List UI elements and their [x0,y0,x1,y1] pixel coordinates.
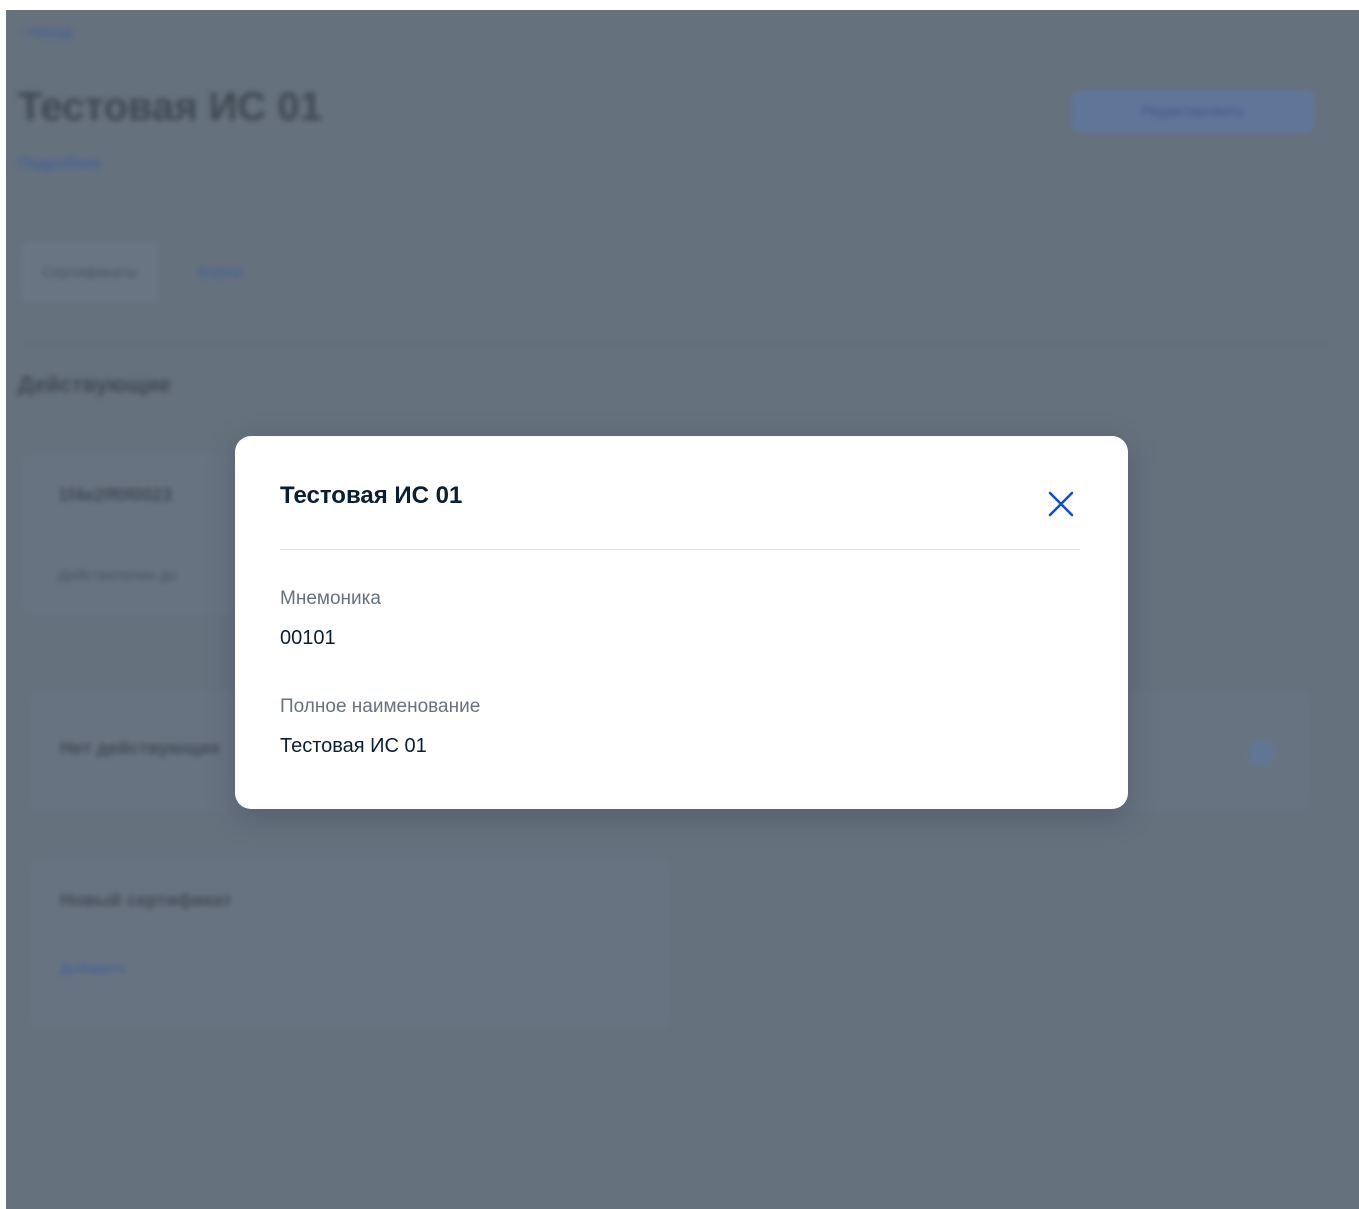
tab-keys[interactable]: Ключи [178,242,263,302]
mnemonic-value: 00101 [280,627,336,649]
new-certificate-title: Новый сертификат [60,890,232,910]
modal-title: Тестовая ИС 01 [280,482,463,509]
info-icon[interactable] [1248,740,1274,766]
section-title-active: Действующие [18,372,172,397]
back-link[interactable]: ‹ Назад [20,24,72,41]
full-name-label: Полное наименование [280,696,481,717]
certificate-id: 1f4e2ff0f0023 [58,485,173,505]
mnemonic-label: Мнемоника [280,588,381,609]
new-certificate-card[interactable]: Новый сертификат Добавить [30,860,670,1030]
tab-bar: Сертификаты Ключи [22,242,262,302]
page-title: Тестовая ИС 01 [18,85,322,129]
close-button[interactable] [1043,486,1079,522]
edit-button[interactable]: Редактировать [1072,90,1314,132]
details-link[interactable]: Подробнее [18,155,101,173]
modal-divider [280,549,1080,550]
add-certificate-link[interactable]: Добавить [60,960,126,977]
info-modal: Тестовая ИС 01 Мнемоника 00101 Полное на… [235,436,1128,809]
close-icon [1048,491,1074,517]
certificate-meta: Действителен до [58,567,177,584]
full-name-value: Тестовая ИС 01 [280,735,427,757]
tabs-divider [22,344,1332,345]
search-card-text: Нет действующих [60,738,221,758]
tab-certificates[interactable]: Сертификаты [22,242,158,302]
